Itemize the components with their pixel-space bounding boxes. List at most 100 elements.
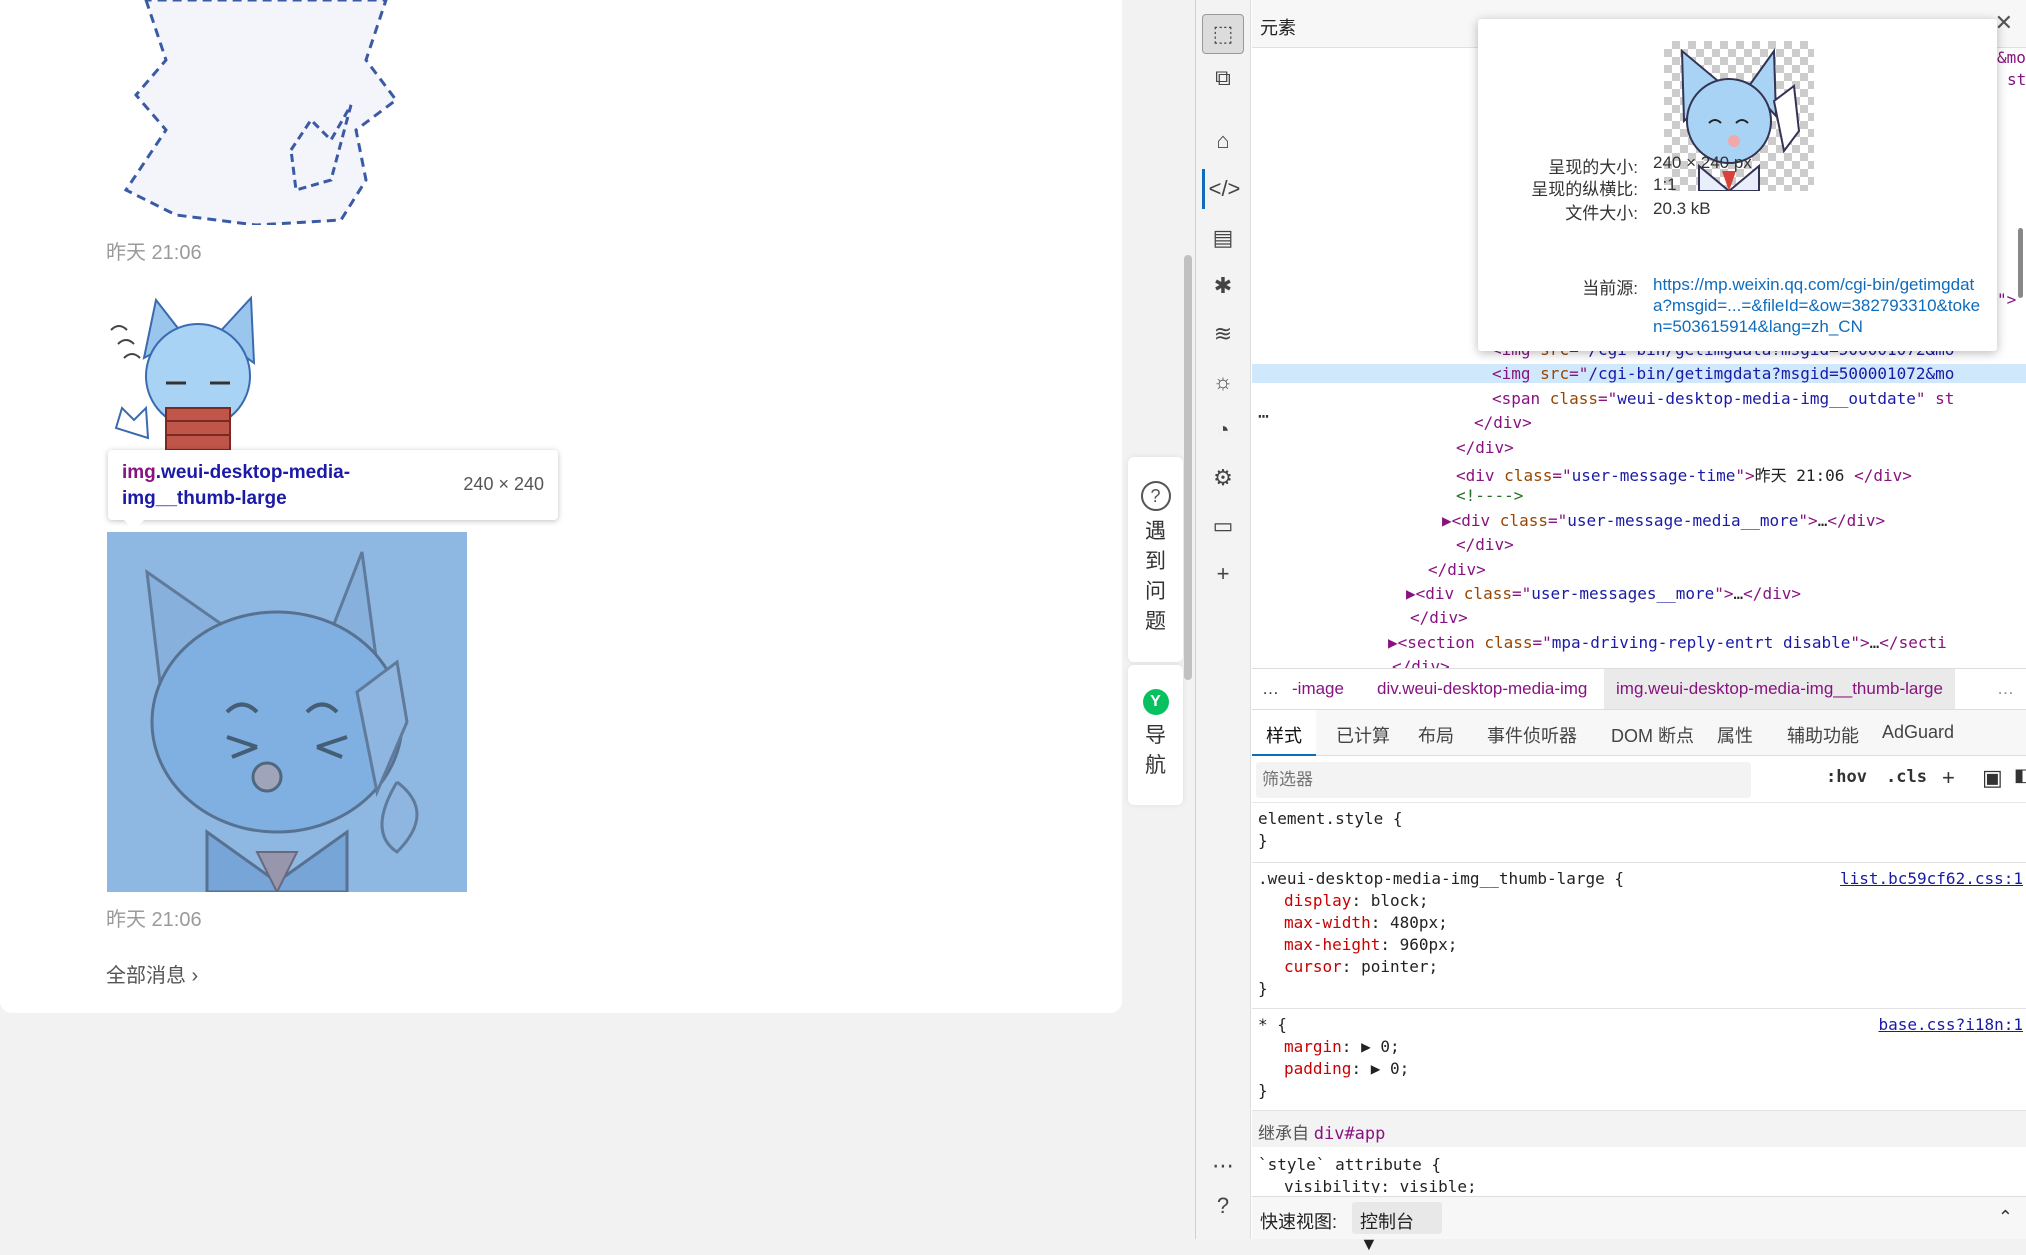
css-property[interactable]: margin: ▶ 0; [1284,1037,1400,1056]
rule-selector[interactable]: `style` attribute { [1258,1155,1441,1174]
current-source-link[interactable]: https://mp.weixin.qq.com/cgi-bin/getimgd… [1653,274,1983,337]
dom-node[interactable]: <span class="weui-desktop-media-img__out… [1492,389,1954,408]
css-rule: * { base.css?i18n:1 margin: ▶ 0; padding… [1252,1009,2026,1111]
tab-computed[interactable]: 已计算 [1336,722,1390,748]
dom-node[interactable]: </div> [1474,413,1532,432]
dom-node[interactable]: </div> [1456,535,1514,554]
rule-source-link[interactable]: base.css?i18n:1 [1879,1015,2024,1034]
breadcrumb-overflow[interactable]: … [1262,679,1279,699]
inherit-label: 继承自 [1258,1124,1314,1143]
message-image-thumb[interactable] [107,532,467,895]
tab-layout[interactable]: 布局 [1418,722,1454,748]
breadcrumb-item[interactable]: -image [1292,679,1344,699]
current-source-label: 当前源: [1582,279,1638,298]
dom-fragment: &mo [1997,48,2026,67]
inherit-element-link[interactable]: div#app [1314,1124,1386,1144]
page-scrollbar[interactable] [1184,255,1192,680]
tab-accessibility[interactable]: 辅助功能 [1787,722,1859,748]
file-size-label: 文件大小: [1565,204,1638,223]
help-icon[interactable]: ? [1202,1186,1244,1226]
rule-selector[interactable]: * { [1258,1015,1287,1034]
breadcrumb-overflow[interactable]: … [1997,679,2014,699]
dom-node[interactable]: ▶<section class="mpa-driving-reply-entrt… [1388,633,1947,652]
nav-float-button[interactable]: Y 导航 [1128,665,1183,805]
tooltip-arrow [124,520,144,530]
cls-button[interactable]: .cls [1886,767,1927,787]
inspect-highlight-overlay [107,532,467,892]
add-icon[interactable]: + [1202,554,1244,594]
dom-node[interactable]: ▶<div class="user-messages__more">…</div… [1406,584,1801,603]
css-property[interactable]: max-width: 480px; [1284,913,1448,932]
dom-node-selected[interactable]: <img src="/cgi-bin/getimgdata?msgid=5000… [1252,364,2026,384]
rule-selector[interactable]: element.style { [1258,809,1403,828]
image-preview-popover: 呈现的大小: 240 × 240 px 呈现的纵横比: 1:1 文件大小: 20… [1478,19,1997,351]
chevron-up-icon[interactable]: ⌃ [1998,1207,2013,1228]
filter-input[interactable] [1256,762,1751,798]
quick-view-bar: 快速视图: 控制台 ▼ ⌃ [1252,1196,2026,1254]
close-icon[interactable]: ✕ [1995,10,2013,36]
tab-dom-breakpoints[interactable]: DOM 断点 [1611,722,1694,748]
console-icon[interactable]: ▤ [1202,218,1244,258]
css-property[interactable]: cursor: pointer; [1284,957,1438,976]
dom-node[interactable]: </div> [1392,657,1450,668]
cpu-icon[interactable]: ⚙ [1202,458,1244,498]
message-image-top[interactable] [106,0,446,225]
window-icon[interactable]: ▭ [1202,506,1244,546]
rendered-size-value: 240 × 240 px [1653,153,1752,172]
elements-icon[interactable]: </> [1202,169,1244,209]
dom-node[interactable]: </div> [1456,438,1514,457]
css-property[interactable]: padding: ▶ 0; [1284,1059,1409,1078]
tab-properties[interactable]: 属性 [1717,722,1753,748]
breadcrumb-item-selected[interactable]: img.weui-desktop-media-img__thumb-large [1604,669,1955,709]
dom-ellipsis[interactable]: ⋯ [1258,406,1269,427]
css-property[interactable]: visibility: visible; [1284,1177,1477,1193]
more-icon[interactable]: ⋯ [1202,1146,1244,1186]
help-float-button[interactable]: ? 遇到问题 [1128,457,1183,662]
message-sticker[interactable] [106,288,291,450]
hov-button[interactable]: :hov [1826,767,1867,787]
rule-source-link[interactable]: list.bc59cf62.css:1 [1840,869,2023,888]
inspect-icon[interactable]: ⬚ [1202,14,1244,54]
panel-title: 元素 [1260,18,1296,38]
help-label: 遇到问题 [1145,520,1166,633]
dom-node[interactable]: <div class="user-message-time">昨天 21:06 … [1456,462,1912,486]
inspect-tooltip: img.weui-desktop-media-img__thumb-large … [108,450,558,530]
dom-vertical-scrollbar[interactable] [2018,228,2023,298]
styles-pane: element.style { } .weui-desktop-media-im… [1252,803,2026,1193]
bug-icon[interactable]: ✱ [1202,266,1244,306]
dom-node[interactable]: </div> [1410,608,1468,627]
devtools-activity-bar: ⬚ ⧉ ⌂ </> ▤ ✱ ≋ ☼ ◔ ⚙ ▭ + ⋯ ? [1196,0,1251,1239]
performance-icon[interactable]: ◔ [1202,410,1244,450]
quick-view-label: 快速视图: [1260,1212,1338,1232]
element-style-rule: element.style { } [1252,803,2026,863]
css-property[interactable]: max-height: 960px; [1284,935,1457,954]
dom-fragment: st [2007,70,2026,89]
tab-adguard[interactable]: AdGuard [1882,722,1954,743]
home-icon[interactable]: ⌂ [1202,121,1244,161]
paint-icon[interactable]: ▣ [1982,765,2003,791]
lightbulb-icon[interactable]: ☼ [1202,362,1244,402]
message-page: 昨天 21:06 昨天 21:06 全部消息 › img.weui-deskto… [0,0,1195,1239]
css-property[interactable]: display: block; [1284,891,1429,910]
tab-event-listeners[interactable]: 事件侦听器 [1487,722,1577,748]
aspect-ratio-label: 呈现的纵横比: [1531,180,1638,199]
breadcrumb-item[interactable]: div.weui-desktop-media-img [1377,679,1587,699]
dom-node[interactable]: ▶<div class="user-message-media__more">…… [1442,511,1885,530]
dom-node[interactable]: </div> [1428,560,1486,579]
all-messages-link[interactable]: 全部消息 › [106,959,198,988]
tooltip-selector: img.weui-desktop-media-img__thumb-large [122,462,351,509]
rule-close: } [1258,1081,1268,1100]
rule-selector[interactable]: .weui-desktop-media-img__thumb-large { [1258,869,1624,888]
device-icon[interactable]: ⧉ [1202,58,1244,98]
dom-fragment: "> [1997,290,2017,309]
tab-styles[interactable]: 样式 [1252,710,1316,756]
add-rule-icon[interactable]: + [1942,765,1955,791]
message-time: 昨天 21:06 [106,909,202,931]
quick-view-dropdown[interactable]: 控制台 ▼ [1352,1202,1442,1254]
sidebar-toggle-icon[interactable]: ◧ [2014,765,2026,786]
message-time: 昨天 21:06 [106,242,202,264]
rule-close: } [1258,831,1268,850]
aspect-ratio-value: 1:1 [1653,175,1677,194]
dom-node[interactable]: <!----> [1456,486,1523,505]
network-icon[interactable]: ≋ [1202,314,1244,354]
